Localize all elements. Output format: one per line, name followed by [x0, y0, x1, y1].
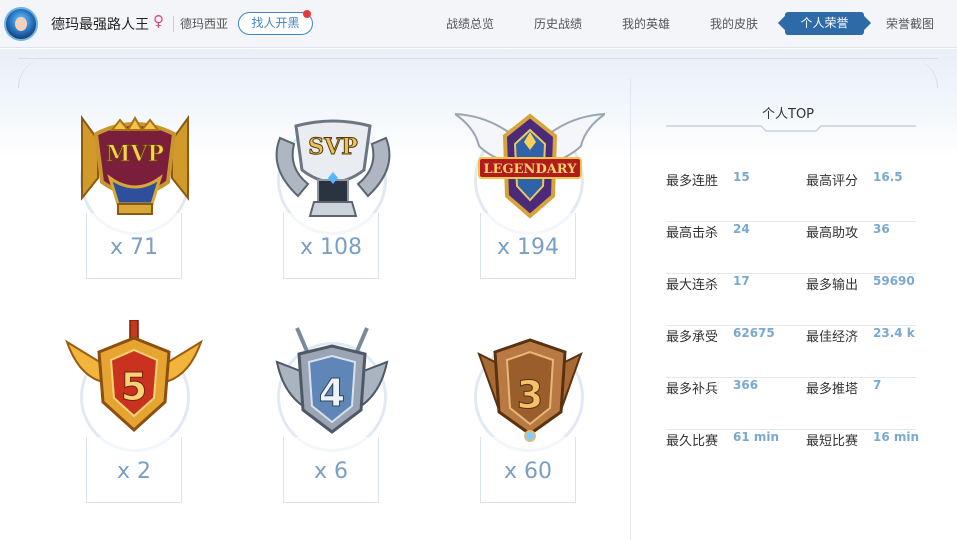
- stat-row: 最多承受 62675 最佳经济 23.4 k: [666, 326, 916, 378]
- svp-trophy-icon: SVP: [275, 119, 391, 217]
- stat-value: 366: [733, 378, 759, 392]
- stat-label: 最多连胜: [666, 174, 719, 189]
- badge-count: x 71: [109, 235, 158, 260]
- server-name: 德玛西亚: [180, 17, 229, 31]
- stat-value: 16.5: [873, 170, 903, 184]
- avatar[interactable]: [4, 7, 38, 41]
- title-underline: [666, 125, 916, 132]
- badge-count: x 60: [503, 459, 552, 484]
- find-teammate-button[interactable]: 找人开黑: [238, 12, 313, 35]
- svg-text:SVP: SVP: [308, 134, 358, 160]
- top-title: 个人TOP: [762, 107, 815, 122]
- tab-skins[interactable]: 我的皮肤: [710, 15, 758, 32]
- top-bar: 德玛最强路人王 ♀ 德玛西亚 找人开黑 战绩总览 历史战绩 我的英雄 我的皮肤 …: [0, 0, 957, 48]
- stat-value: 15: [733, 170, 750, 184]
- stat-value: 24: [733, 222, 750, 236]
- stat-label: 最高击杀: [666, 226, 719, 241]
- svg-text:4: 4: [319, 371, 345, 415]
- svg-text:MVP: MVP: [106, 141, 164, 167]
- tab-history[interactable]: 历史战绩: [534, 15, 582, 32]
- tab-honors[interactable]: 个人荣誉: [785, 12, 864, 35]
- stat-row: 最多补兵 366 最多推塔 7: [666, 378, 916, 430]
- stat-value: 17: [733, 274, 750, 288]
- stat-row: 最多连胜 15 最高评分 16.5: [666, 170, 916, 222]
- tab-heroes[interactable]: 我的英雄: [622, 15, 670, 32]
- notification-dot: [303, 10, 311, 18]
- badge-count: x 6: [313, 459, 348, 484]
- stat-label: 最多补兵: [666, 382, 719, 397]
- legendary-wing-icon: LEGENDARY: [455, 112, 605, 219]
- stat-row: 最大连杀 17 最多输出 59690: [666, 274, 916, 326]
- tab-overview[interactable]: 战绩总览: [446, 15, 494, 32]
- svg-text:5: 5: [121, 365, 147, 409]
- stat-label: 最久比赛: [666, 434, 719, 449]
- svg-text:LEGENDARY: LEGENDARY: [484, 162, 578, 177]
- quadrakill-shield-icon: 4: [275, 327, 389, 434]
- tab-honors-label: 个人荣誉: [800, 16, 849, 30]
- username: 德玛最强路人王: [51, 17, 149, 33]
- stat-label: 最多推塔: [806, 382, 859, 397]
- stat-row: 最高击杀 24 最高助攻 36: [666, 222, 916, 274]
- triplekill-shield-icon: 3: [477, 338, 583, 442]
- stat-value: 62675: [733, 326, 775, 340]
- stat-value: 36: [873, 222, 890, 236]
- badge-count: x 194: [496, 235, 559, 260]
- stat-label: 最大连杀: [666, 278, 719, 293]
- stat-value: 16 min: [873, 430, 920, 444]
- stat-label: 最多输出: [806, 278, 859, 293]
- badge-count: x 108: [299, 235, 362, 260]
- svg-text:3: 3: [517, 373, 543, 417]
- female-icon: ♀: [153, 12, 164, 30]
- stat-value: 61 min: [733, 430, 780, 444]
- mvp-trophy-icon: MVP: [81, 114, 189, 215]
- stat-value: 7: [873, 378, 882, 392]
- stat-value: 23.4 k: [873, 326, 915, 340]
- divider: [173, 16, 174, 32]
- badge-count: x 2: [116, 459, 151, 484]
- stat-value: 59690: [873, 274, 915, 288]
- pentakill-shield-icon: 5: [65, 320, 203, 433]
- stat-label: 最多承受: [666, 330, 719, 345]
- stat-label: 最短比赛: [806, 434, 859, 449]
- stat-label: 最高助攻: [806, 226, 859, 241]
- stat-row: 最久比赛 61 min 最短比赛 16 min: [666, 430, 920, 482]
- stat-label: 最高评分: [806, 174, 859, 189]
- stat-label: 最佳经济: [806, 330, 859, 345]
- tab-screenshots[interactable]: 荣誉截图: [886, 15, 934, 32]
